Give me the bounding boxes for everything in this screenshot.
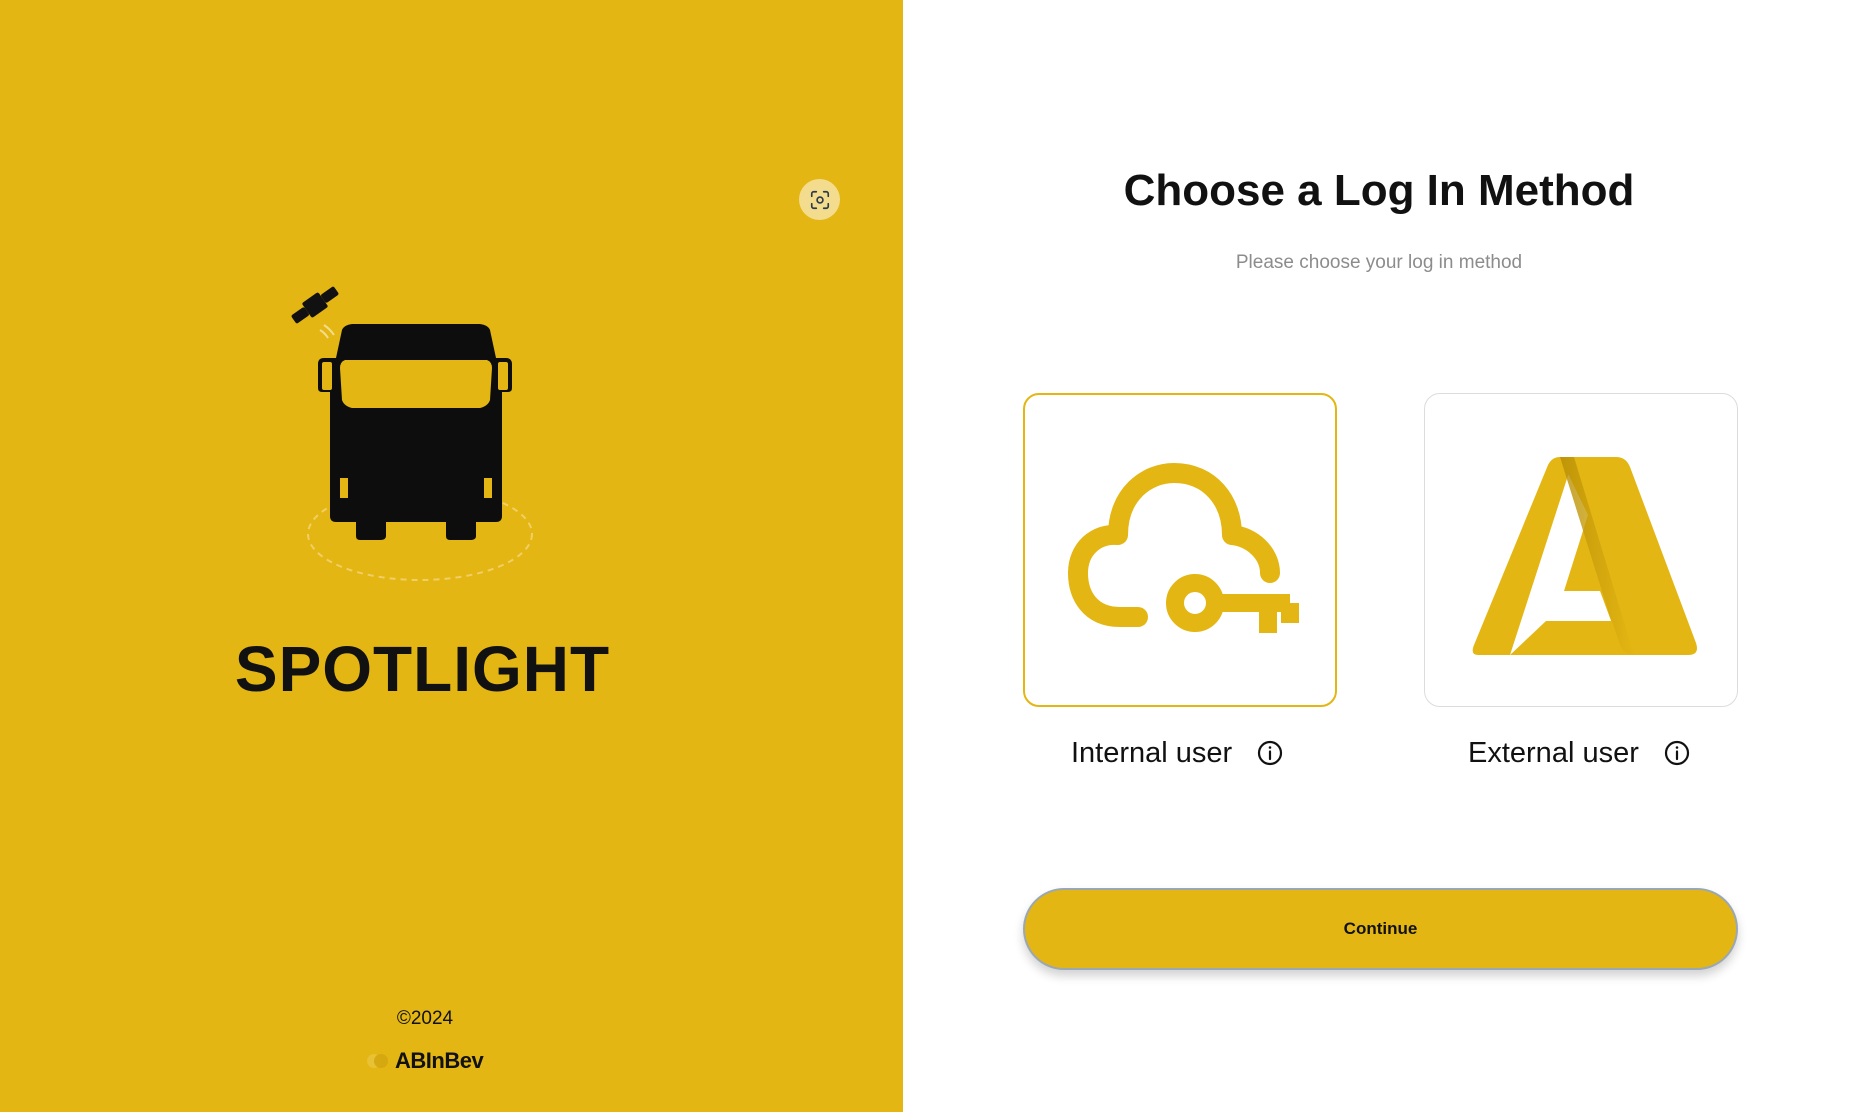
page-subtitle: Please choose your log in method bbox=[1235, 252, 1523, 273]
external-user-label-row: External user bbox=[1468, 733, 1691, 773]
cloud-key-icon bbox=[1068, 463, 1299, 633]
company-mark-icon bbox=[367, 1054, 388, 1068]
external-info-icon[interactable] bbox=[1663, 739, 1691, 767]
company-logo: ABInBev bbox=[365, 1047, 485, 1075]
scan-button[interactable] bbox=[799, 179, 840, 220]
external-user-option[interactable] bbox=[1424, 393, 1738, 707]
internal-user-label-row: Internal user bbox=[1071, 733, 1284, 773]
brand-panel: SPOTLIGHT ©2024 ABInBev bbox=[0, 0, 903, 1112]
internal-user-option[interactable] bbox=[1023, 393, 1337, 707]
app-name: SPOTLIGHT bbox=[234, 633, 611, 705]
page-title: Choose a Log In Method bbox=[1123, 166, 1635, 215]
truck-satellite-logo bbox=[291, 286, 533, 581]
company-name: ABInBev bbox=[395, 1048, 484, 1073]
continue-button[interactable]: Continue bbox=[1023, 888, 1738, 970]
internal-info-icon[interactable] bbox=[1256, 739, 1284, 767]
scan-face-icon bbox=[810, 190, 829, 209]
login-panel: Choose a Log In Method Please choose you… bbox=[903, 0, 1855, 1112]
azure-logo-icon bbox=[1472, 457, 1697, 655]
internal-user-label: Internal user bbox=[1071, 736, 1233, 769]
copyright-text: ©2024 bbox=[396, 1008, 454, 1029]
external-user-label: External user bbox=[1468, 736, 1639, 769]
